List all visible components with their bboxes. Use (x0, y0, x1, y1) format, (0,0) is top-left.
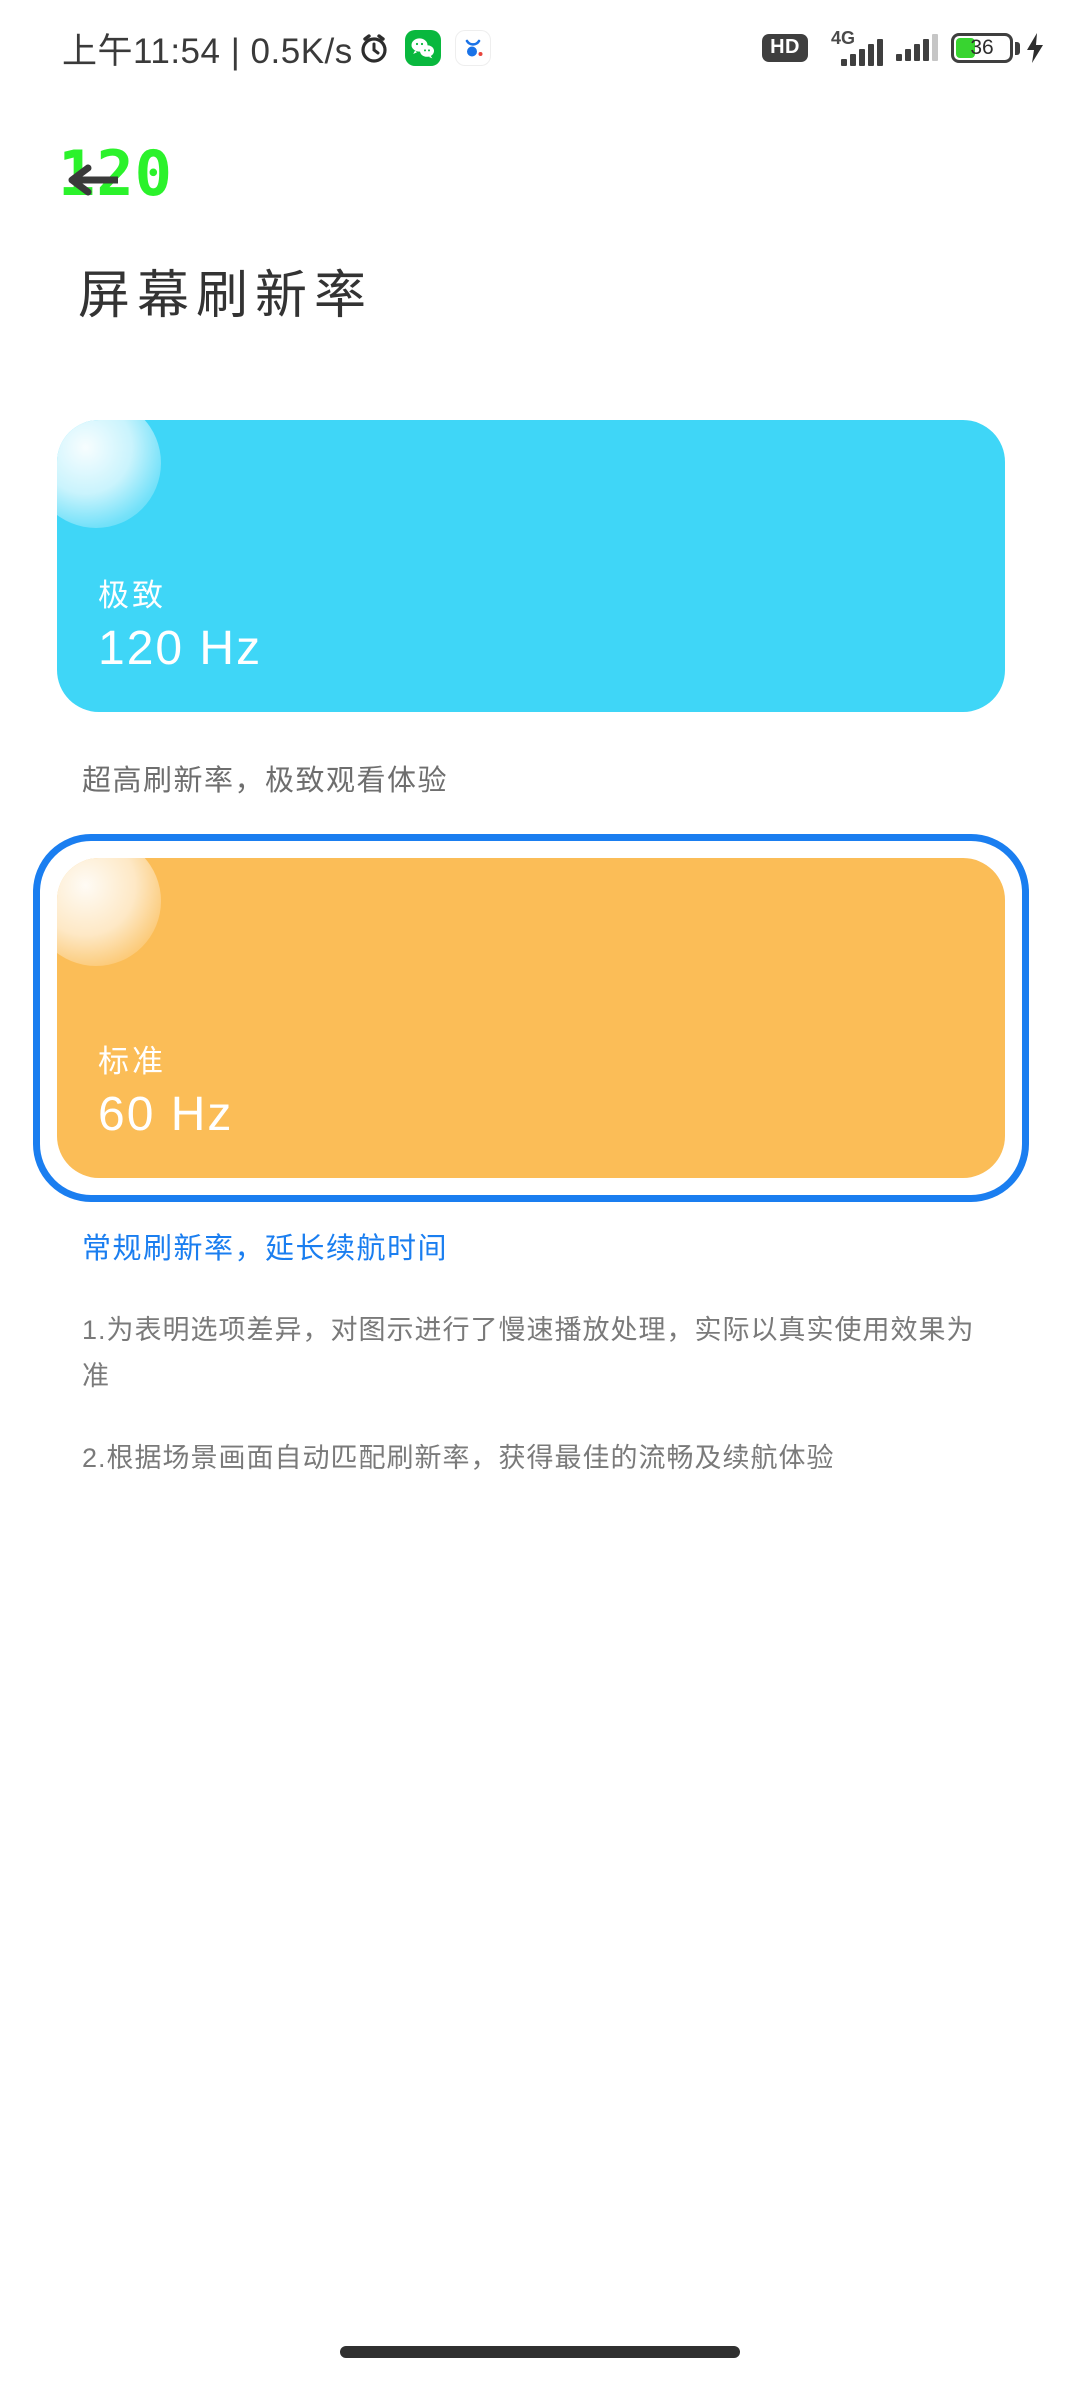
option-caption-120hz: 超高刷新率，极致观看体验 (82, 765, 449, 797)
status-separator: | (220, 31, 251, 71)
network-speed-text: 0.5K/s (250, 31, 353, 71)
arrow-left-icon[interactable] (66, 160, 122, 200)
network-type-label: 4G (831, 28, 856, 48)
status-bar: 上午11:54 | 0.5K/s HD 4G 36 (0, 0, 1080, 96)
card-rate-120hz: 120 Hz (98, 622, 263, 675)
card-label-group-60hz: 标准 60 Hz (98, 1036, 233, 1142)
battery-indicator: 36 (951, 32, 1046, 64)
footnote-list: 1.为表明选项差异，对图示进行了慢速播放处理，实际以真实使用效果为准 2.根据场… (82, 1307, 998, 1517)
option-caption-60hz: 常规刷新率，延长续航时间 (82, 1233, 449, 1265)
status-time-text: 上午11:54 (62, 31, 221, 71)
alarm-clock-icon (357, 31, 391, 65)
status-bar-right: HD 4G 36 (762, 28, 1046, 66)
charging-bolt-icon (1024, 32, 1046, 64)
app-icon-white (454, 30, 491, 66)
card-rate-60hz: 60 Hz (98, 1088, 234, 1141)
status-bar-time-and-speed: 上午11:54 | 0.5K/s (62, 23, 353, 74)
footnote-item: 1.为表明选项差异，对图示进行了慢速播放处理，实际以真实使用效果为准 (82, 1315, 975, 1391)
option-card-120hz[interactable]: 极致 120 Hz (57, 420, 1005, 712)
home-indicator-bar[interactable] (340, 2346, 740, 2358)
wechat-icon (404, 30, 441, 66)
signal-bars-secondary (896, 34, 938, 61)
battery-tip (1015, 41, 1020, 55)
card-highlight-blob (57, 858, 161, 966)
footnote-item: 2.根据场景画面自动匹配刷新率，获得最佳的流畅及续航体验 (82, 1443, 835, 1473)
card-label-group-120hz: 极致 120 Hz (98, 570, 262, 676)
card-tag-120hz: 极致 (98, 578, 166, 613)
card-highlight-blob (57, 420, 161, 528)
status-bar-left: 上午11:54 | 0.5K/s (62, 23, 491, 74)
option-card-60hz[interactable]: 标准 60 Hz (57, 858, 1005, 1178)
page-title: 屏幕刷新率 (78, 267, 374, 325)
battery-body: 36 (951, 33, 1013, 63)
signal-group-primary: 4G (821, 28, 883, 66)
hd-icon: HD (762, 34, 808, 62)
battery-percent-text: 36 (970, 36, 994, 59)
card-tag-60hz: 标准 (98, 1044, 166, 1079)
